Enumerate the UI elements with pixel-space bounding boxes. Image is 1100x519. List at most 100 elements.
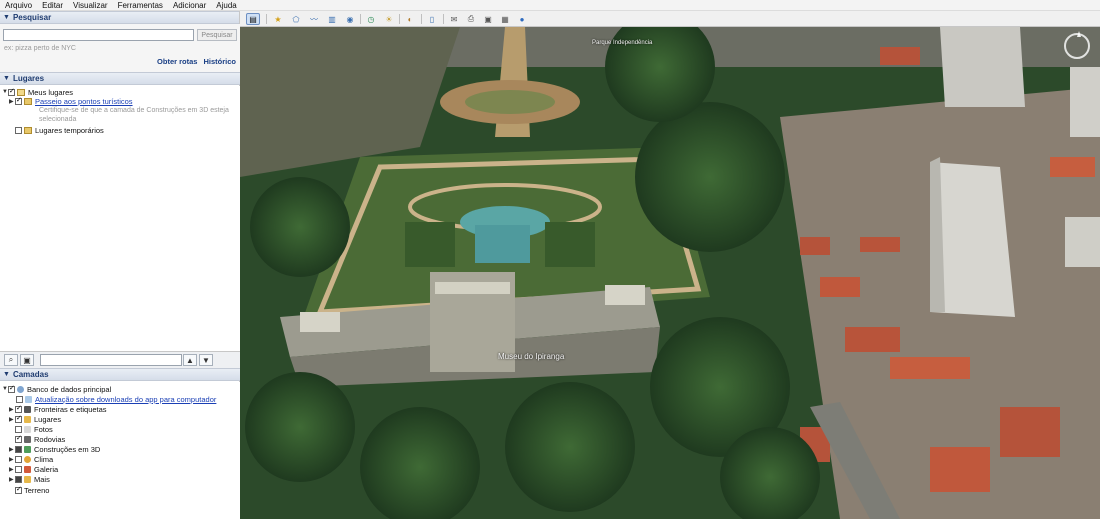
tree-row-photos[interactable]: Fotos xyxy=(9,424,53,434)
places-header[interactable]: ▼ Lugares xyxy=(0,72,240,85)
map-view[interactable]: Museu do Ipiranga Parque Independência xyxy=(240,27,1100,519)
folder-icon xyxy=(24,126,32,134)
terrain-label: Terreno xyxy=(24,485,50,495)
print-icon[interactable]: ⎙ xyxy=(464,13,478,25)
compass-icon[interactable] xyxy=(1064,31,1090,59)
search-header-label: Pesquisar xyxy=(12,13,52,22)
map-label-park[interactable]: Parque Independência xyxy=(592,40,652,46)
search-input[interactable] xyxy=(3,29,194,41)
layer-label: Fotos xyxy=(34,424,53,434)
tree-row-more[interactable]: ▶ Mais xyxy=(9,474,50,484)
search-button[interactable]: Pesquisar xyxy=(197,29,237,41)
menu-bar: Arquivo Editar Visualizar Ferramentas Ad… xyxy=(0,0,1100,11)
search-header[interactable]: ▼ Pesquisar xyxy=(0,11,239,24)
menu-editar[interactable]: Editar xyxy=(37,0,68,11)
search-icon[interactable]: ⌕ xyxy=(4,354,18,366)
tree-row-update[interactable]: Atualização sobre downloads do app para … xyxy=(16,394,216,404)
update-link[interactable]: Atualização sobre downloads do app para … xyxy=(35,395,216,404)
ruler-icon[interactable]: ▯ xyxy=(425,13,439,25)
checkbox[interactable] xyxy=(16,395,23,403)
checkbox[interactable] xyxy=(15,465,22,473)
polygon-icon[interactable]: ⬠ xyxy=(289,13,303,25)
menu-ajuda[interactable]: Ajuda xyxy=(211,0,241,11)
checkbox[interactable] xyxy=(15,126,22,134)
layers-tree: ▼ Banco de dados principal Atualização s… xyxy=(0,382,240,519)
historical-imagery-icon[interactable]: ◷ xyxy=(364,13,378,25)
checkbox[interactable] xyxy=(15,455,22,463)
globe-icon xyxy=(17,385,24,393)
layer-label: Rodovias xyxy=(34,434,66,444)
menu-arquivo[interactable]: Arquivo xyxy=(0,0,37,11)
sun-icon[interactable]: ☀ xyxy=(382,13,396,25)
placemark-icon[interactable]: ★ xyxy=(271,13,285,25)
checkbox[interactable] xyxy=(15,415,22,423)
overlay-icon[interactable]: ▥ xyxy=(325,13,339,25)
aerial-imagery[interactable] xyxy=(240,27,1100,519)
checkbox[interactable] xyxy=(15,445,22,453)
layers-header-label: Camadas xyxy=(12,370,49,379)
checkbox[interactable] xyxy=(8,88,15,96)
menu-adicionar[interactable]: Adicionar xyxy=(168,0,211,11)
info-icon xyxy=(25,395,32,403)
tour-note: Certifique-se de que a camada de Constru… xyxy=(39,107,229,123)
collapse-triangle-icon[interactable]: ▼ xyxy=(3,371,10,378)
layer-label: Clima xyxy=(34,454,54,464)
layers-header[interactable]: ▼ Camadas xyxy=(0,368,240,381)
checkbox[interactable] xyxy=(15,435,22,443)
layer-label: Galeria xyxy=(34,464,59,474)
checkbox[interactable] xyxy=(8,385,15,393)
tree-row-temp[interactable]: Lugares temporários xyxy=(9,125,104,135)
checkbox[interactable] xyxy=(15,486,22,494)
sidebar-toggle-icon[interactable]: ▤ xyxy=(246,13,260,25)
move-down-icon[interactable]: ▼ xyxy=(199,354,213,366)
checkbox[interactable] xyxy=(15,97,22,105)
sun-icon xyxy=(24,455,31,463)
folder-icon xyxy=(17,88,25,96)
places-toolbar: ⌕ ▣ ▲ ▼ xyxy=(0,351,240,368)
gallery-icon xyxy=(24,465,31,473)
tree-row-borders[interactable]: ▶ Fronteiras e etiquetas xyxy=(9,404,107,414)
menu-visualizar[interactable]: Visualizar xyxy=(68,0,113,11)
tree-row-tour[interactable]: ▶ Passeio aos pontos turísticos xyxy=(9,96,133,106)
photo-icon xyxy=(24,425,31,433)
panel-icon[interactable]: ▣ xyxy=(20,354,34,366)
checkbox[interactable] xyxy=(15,405,22,413)
menu-ferramentas[interactable]: Ferramentas xyxy=(113,0,168,11)
planet-icon[interactable]: ◐ xyxy=(403,13,417,25)
email-icon[interactable]: ✉ xyxy=(447,13,461,25)
layer-label: Mais xyxy=(34,474,50,484)
flag-icon xyxy=(24,405,31,413)
save-image-icon[interactable]: ▣ xyxy=(481,13,495,25)
map-label-museum[interactable]: Museu do Ipiranga xyxy=(498,352,564,361)
history-link[interactable]: Histórico xyxy=(203,57,236,66)
tour-link[interactable]: Passeio aos pontos turísticos xyxy=(35,97,133,106)
search-links: Obter rotas Histórico xyxy=(157,57,236,66)
tree-row-database[interactable]: ▼ Banco de dados principal xyxy=(2,384,111,394)
collapse-triangle-icon[interactable]: ▼ xyxy=(3,75,10,82)
tree-row-weather[interactable]: ▶ Clima xyxy=(9,454,53,464)
earth-icon[interactable]: ● xyxy=(515,13,529,25)
folder-icon xyxy=(24,97,32,105)
tour-icon[interactable]: ◉ xyxy=(343,13,357,25)
directions-link[interactable]: Obter rotas xyxy=(157,57,197,66)
checkbox[interactable] xyxy=(15,475,22,483)
database-label: Banco de dados principal xyxy=(27,384,112,394)
places-filter-input[interactable] xyxy=(40,354,182,366)
tree-row-terrain[interactable]: Terreno xyxy=(9,485,49,495)
tree-row-3d[interactable]: ▶ Construções em 3D xyxy=(9,444,100,454)
tree-row-roads[interactable]: Rodovias xyxy=(9,434,65,444)
places-tree: ▼ Meus lugares ▶ Passeio aos pontos turí… xyxy=(0,86,240,351)
checkbox[interactable] xyxy=(15,425,22,433)
path-icon[interactable]: 〰 xyxy=(307,13,321,25)
move-up-icon[interactable]: ▲ xyxy=(183,354,197,366)
map-view-icon[interactable]: ▦ xyxy=(498,13,512,25)
folder-icon xyxy=(24,475,31,483)
places-header-label: Lugares xyxy=(12,74,45,83)
collapse-triangle-icon[interactable]: ▼ xyxy=(3,14,10,21)
main-toolbar: ▤ ★ ⬠ 〰 ▥ ◉ ◷ ☀ ◐ ▯ ✉ ⎙ ▣ ▦ ● xyxy=(240,11,1100,27)
road-icon xyxy=(24,435,31,443)
temp-places-label: Lugares temporários xyxy=(35,125,104,135)
tree-row-places[interactable]: ▶ Lugares xyxy=(9,414,61,424)
tree-row-gallery[interactable]: ▶ Galeria xyxy=(9,464,58,474)
places-icon xyxy=(24,415,31,423)
